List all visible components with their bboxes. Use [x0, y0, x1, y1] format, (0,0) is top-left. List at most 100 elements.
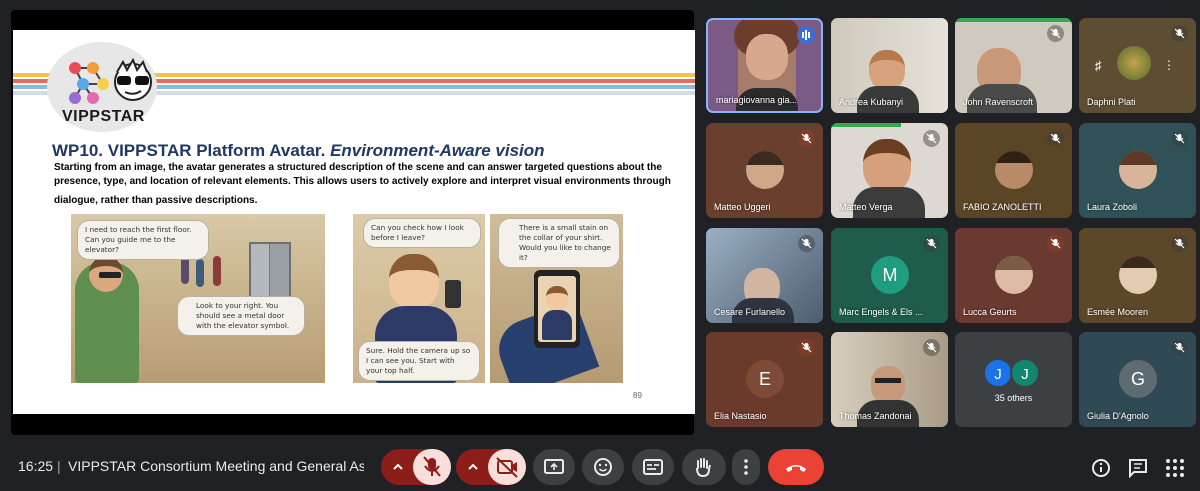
speaking-icon [797, 26, 815, 44]
avatar: J [1010, 358, 1040, 388]
mic-off-icon [1047, 25, 1064, 42]
mic-off-icon [1171, 339, 1188, 356]
emoji-icon [594, 458, 612, 476]
chevron-up-icon [393, 463, 403, 470]
participant-name: Andrea Kubanyi [839, 97, 904, 107]
participant-tile[interactable]: Cesare Furlanello [706, 228, 823, 323]
participant-name: Giulia D'Agnolo [1087, 411, 1149, 421]
avatar [1119, 256, 1157, 294]
participant-tile[interactable]: Laura Zoboli [1079, 123, 1196, 218]
participant-name: Elia Nastasio [714, 411, 767, 421]
slide-page-number: 89 [633, 391, 642, 400]
slide: VIPPSTAR WP10. VIPPSTAR Platform Avatar.… [13, 30, 695, 414]
avatar [1119, 151, 1157, 189]
activities-button[interactable] [1164, 457, 1186, 479]
camera-toggle-button[interactable] [488, 449, 526, 485]
others-tile[interactable]: J J 35 others [955, 332, 1072, 427]
chat-button[interactable] [1127, 457, 1149, 479]
meeting-separator: | [57, 458, 61, 474]
meeting-time: 16:25 [18, 458, 54, 474]
mic-off-icon [798, 130, 815, 147]
participant-name: mariagiovanna gia... [716, 95, 798, 105]
info-icon [1092, 459, 1110, 477]
slide-title: WP10. VIPPSTAR Platform Avatar. Environm… [52, 141, 545, 161]
participant-name: John Ravenscroft [963, 97, 1034, 107]
camera-options-button[interactable] [456, 449, 490, 485]
others-count: 35 others [994, 393, 1033, 403]
mic-off-icon [798, 235, 815, 252]
bubble-text: Look to your right. You should see a met… [196, 301, 290, 330]
slide-body-end: dialogue, rather than passive descriptio… [54, 195, 258, 206]
end-call-icon [786, 465, 806, 472]
participant-tile[interactable]: Thomas Zandonai [831, 332, 948, 427]
speech-bubble: Sure. Hold the camera up so I can see yo… [358, 341, 480, 381]
participant-name: Esmée Mooren [1087, 307, 1149, 317]
participant-tile[interactable]: FABIO ZANOLETTI [955, 123, 1072, 218]
participant-name: Matteo Verga [839, 202, 893, 212]
participant-name: Thomas Zandonai [839, 411, 912, 421]
participant-tile[interactable]: John Ravenscroft [955, 18, 1072, 113]
mic-off-icon [1171, 25, 1188, 42]
mic-options-button[interactable] [381, 449, 415, 485]
meeting-title: VIPPSTAR Consortium Meeting and General … [68, 458, 364, 474]
participant-tile[interactable]: Matteo Uggeri [706, 123, 823, 218]
mic-off-icon [1047, 235, 1064, 252]
participant-name: Cesare Furlanello [714, 307, 786, 317]
avatar: G [1119, 360, 1157, 398]
raise-hand-button[interactable] [682, 449, 726, 485]
avatar [746, 151, 784, 189]
mic-off-icon [798, 339, 815, 356]
participant-tile[interactable]: Andrea Kubanyi [831, 18, 948, 113]
chat-icon [1129, 459, 1147, 479]
participant-tile[interactable]: E Elia Nastasio [706, 332, 823, 427]
reactions-button[interactable] [582, 449, 624, 485]
mic-off-icon [923, 339, 940, 356]
participant-name: Laura Zoboli [1087, 202, 1138, 212]
captions-button[interactable] [632, 449, 674, 485]
participant-name: Daphni Plati [1087, 97, 1136, 107]
slide-title-italic: Environment-Aware vision [330, 141, 545, 160]
mic-off-icon [423, 456, 441, 477]
avatar [995, 151, 1033, 189]
speech-bubble: Look to your right. You should see a met… [177, 296, 305, 336]
chevron-up-icon [468, 463, 478, 470]
mic-toggle-button[interactable] [413, 449, 451, 485]
vippstar-logo-icon [69, 58, 152, 104]
more-icon [744, 459, 748, 475]
mic-off-icon [1047, 130, 1064, 147]
participant-name: Lucca Geurts [963, 307, 1017, 317]
avatar [995, 256, 1033, 294]
avatar: E [746, 360, 784, 398]
participant-tile[interactable]: Esmée Mooren [1079, 228, 1196, 323]
participant-tile[interactable]: G Giulia D'Agnolo [1079, 332, 1196, 427]
logo-text: VIPPSTAR [62, 108, 145, 125]
more-icon[interactable]: ⋮ [1163, 58, 1175, 72]
participant-tile[interactable]: M Marc Engels & Els ... [831, 228, 948, 323]
slide-body: Starting from an image, the avatar gener… [54, 162, 671, 187]
end-call-button[interactable] [768, 449, 824, 485]
participant-name: Matteo Uggeri [714, 202, 771, 212]
participant-name: Marc Engels & Els ... [839, 307, 923, 317]
slide-title-main: WP10. VIPPSTAR Platform Avatar. [52, 141, 326, 160]
participant-name: FABIO ZANOLETTI [963, 202, 1042, 212]
mic-off-icon [923, 130, 940, 147]
participant-tile[interactable]: Lucca Geurts [955, 228, 1072, 323]
present-button[interactable] [533, 449, 575, 485]
participant-tile[interactable]: ♯ ⋮ Daphni Plati [1079, 18, 1196, 113]
more-options-button[interactable] [732, 449, 760, 485]
pin-icon[interactable]: ♯ [1095, 58, 1102, 73]
bubble-text: There is a small stain on the collar of … [519, 223, 611, 262]
mic-off-icon [1171, 130, 1188, 147]
meeting-info-button[interactable] [1090, 457, 1112, 479]
participant-tile[interactable]: mariagiovanna gia... [706, 18, 823, 113]
avatar: J [983, 358, 1013, 388]
raise-hand-icon [696, 458, 711, 478]
meet-window: VIPPSTAR WP10. VIPPSTAR Platform Avatar.… [0, 0, 1200, 491]
speech-bubble: There is a small stain on the collar of … [498, 218, 620, 268]
participant-tile[interactable]: Matteo Verga [831, 123, 948, 218]
camera-off-icon [496, 457, 518, 478]
mic-off-icon [1171, 235, 1188, 252]
avatar [1117, 46, 1151, 80]
apps-icon [1166, 459, 1184, 477]
captions-icon [643, 459, 663, 475]
